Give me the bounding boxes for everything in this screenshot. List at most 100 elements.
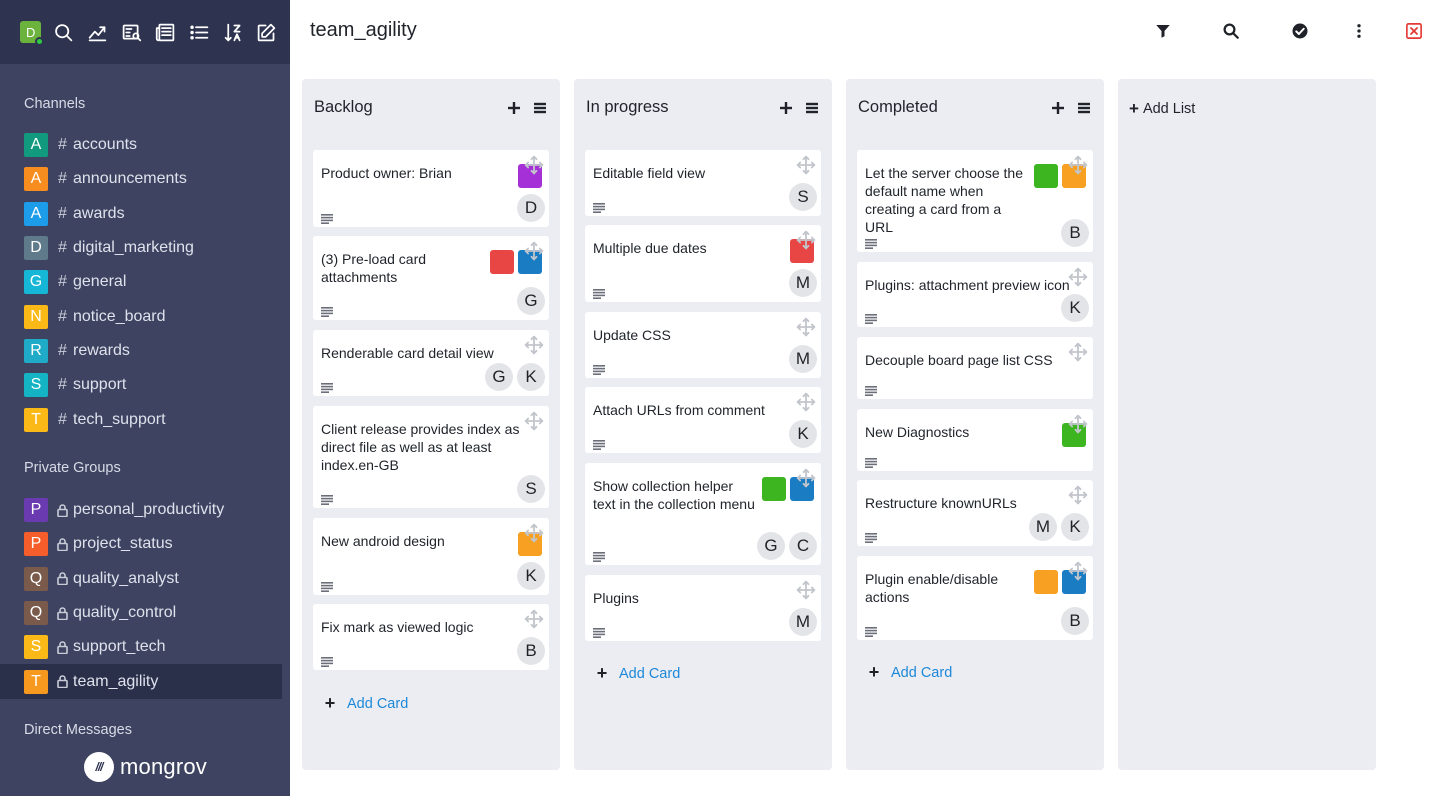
group-item-personal-productivity[interactable]: Ppersonal_productivity [0, 493, 282, 527]
group-item-team-agility[interactable]: Tteam_agility [0, 664, 282, 699]
drag-handle-icon[interactable] [1068, 155, 1088, 175]
drag-handle-icon[interactable] [524, 241, 544, 261]
group-item-support-tech[interactable]: Ssupport_tech [0, 630, 282, 664]
group-item-project-status[interactable]: Pproject_status [0, 527, 282, 561]
member-avatar[interactable]: K [789, 420, 817, 448]
drag-handle-icon[interactable] [524, 523, 544, 543]
news-icon[interactable] [155, 21, 176, 43]
drag-handle-icon[interactable] [524, 609, 544, 629]
member-avatar[interactable]: S [517, 475, 545, 503]
member-avatar[interactable]: S [789, 183, 817, 211]
member-avatar[interactable]: K [517, 562, 545, 590]
card[interactable]: New android design K [313, 518, 549, 595]
channel-item-accounts[interactable]: A # accounts [0, 128, 194, 162]
card[interactable]: Show collection helper text in the colle… [585, 463, 821, 565]
card[interactable]: Fix mark as viewed logic B [313, 604, 549, 670]
drag-handle-icon[interactable] [796, 468, 816, 488]
sort-icon[interactable] [222, 21, 243, 43]
card[interactable]: Update CSS M [585, 312, 821, 378]
drag-handle-icon[interactable] [796, 230, 816, 250]
member-avatar[interactable]: M [789, 608, 817, 636]
channel-item-tech-support[interactable]: T # tech_support [0, 402, 194, 436]
card[interactable]: Client release provides index as direct … [313, 406, 549, 508]
member-avatar[interactable]: B [1061, 219, 1089, 247]
member-avatar[interactable]: M [789, 269, 817, 297]
directory-icon[interactable] [121, 21, 142, 43]
room-name: personal_productivity [73, 501, 225, 519]
member-avatar[interactable]: D [517, 194, 545, 222]
member-avatar[interactable]: K [1061, 294, 1089, 322]
member-avatar[interactable]: K [517, 363, 545, 391]
add-card-icon[interactable] [778, 100, 794, 116]
add-card-button[interactable]: + Add Card [323, 693, 409, 714]
card[interactable]: Attach URLs from comment K [585, 387, 821, 453]
group-item-quality-control[interactable]: Qquality_control [0, 596, 282, 630]
more-vertical-icon[interactable] [1348, 20, 1370, 42]
drag-handle-icon[interactable] [796, 580, 816, 600]
drag-handle-icon[interactable] [524, 335, 544, 355]
member-avatar[interactable]: G [757, 532, 785, 560]
card[interactable]: Product owner: Brian D [313, 150, 549, 227]
compose-icon[interactable] [256, 21, 277, 43]
description-icon [865, 236, 877, 249]
card[interactable]: New Diagnostics [857, 409, 1093, 471]
member-avatar[interactable]: K [1061, 513, 1089, 541]
add-card-button[interactable]: + Add Card [595, 663, 681, 684]
channel-item-awards[interactable]: A # awards [0, 197, 194, 231]
member-avatar[interactable]: B [1061, 607, 1089, 635]
member-avatar[interactable]: G [485, 363, 513, 391]
user-avatar[interactable]: D [20, 21, 45, 46]
filter-icon[interactable] [1152, 20, 1174, 42]
card[interactable]: Restructure knownURLs M K [857, 480, 1093, 546]
list-menu-icon[interactable] [804, 100, 820, 116]
list-menu-icon[interactable] [1076, 100, 1092, 116]
card[interactable]: Let the server choose the default name w… [857, 150, 1093, 252]
card[interactable]: Editable field view S [585, 150, 821, 216]
member-avatar[interactable]: G [517, 287, 545, 315]
channel-item-notice-board[interactable]: N # notice_board [0, 299, 194, 333]
card[interactable]: (3) Pre-load card attachments G [313, 236, 549, 320]
drag-handle-icon[interactable] [1068, 561, 1088, 581]
card[interactable]: Decouple board page list CSS [857, 337, 1093, 399]
close-icon[interactable] [1403, 20, 1425, 42]
search-icon[interactable] [1220, 20, 1242, 42]
channel-item-support[interactable]: S # support [0, 368, 194, 402]
card[interactable]: Plugin enable/disable actions B [857, 556, 1093, 640]
drag-handle-icon[interactable] [524, 155, 544, 175]
member-avatar[interactable]: M [1029, 513, 1057, 541]
drag-handle-icon[interactable] [1068, 267, 1088, 287]
add-card-icon[interactable] [1050, 100, 1066, 116]
drag-handle-icon[interactable] [1068, 414, 1088, 434]
add-card-button[interactable]: + Add Card [867, 662, 953, 683]
drag-handle-icon[interactable] [1068, 342, 1088, 362]
room-name: support_tech [73, 638, 166, 656]
list-icon[interactable] [189, 21, 210, 43]
add-card-icon[interactable] [506, 100, 522, 116]
channel-item-announcements[interactable]: A # announcements [0, 162, 194, 196]
group-item-quality-analyst[interactable]: Qquality_analyst [0, 562, 282, 596]
member-avatar[interactable]: M [789, 345, 817, 373]
card[interactable]: Plugins M [585, 575, 821, 641]
drag-handle-icon[interactable] [796, 392, 816, 412]
online-status-dot [35, 37, 45, 46]
room-avatar: P [24, 498, 48, 523]
card[interactable]: Multiple due dates M [585, 225, 821, 302]
channel-item-digital-marketing[interactable]: D # digital_marketing [0, 231, 194, 265]
channel-item-rewards[interactable]: R # rewards [0, 334, 194, 368]
add-list-button[interactable]: + Add List [1129, 99, 1195, 119]
member-avatar[interactable]: B [517, 637, 545, 665]
analytics-icon[interactable] [87, 21, 108, 43]
sidebar: D Channels A # accounts A # announcements A # aw… [0, 0, 290, 796]
drag-handle-icon[interactable] [524, 411, 544, 431]
drag-handle-icon[interactable] [796, 155, 816, 175]
brand-mark: /// [95, 760, 103, 774]
list-menu-icon[interactable] [532, 100, 548, 116]
member-avatar[interactable]: C [789, 532, 817, 560]
search-icon[interactable] [53, 21, 74, 43]
card[interactable]: Renderable card detail view G K [313, 330, 549, 396]
drag-handle-icon[interactable] [796, 317, 816, 337]
check-circle-icon[interactable] [1289, 20, 1311, 42]
channel-item-general[interactable]: G # general [0, 265, 194, 299]
card[interactable]: Plugins: attachment preview icon K [857, 262, 1093, 327]
drag-handle-icon[interactable] [1068, 485, 1088, 505]
